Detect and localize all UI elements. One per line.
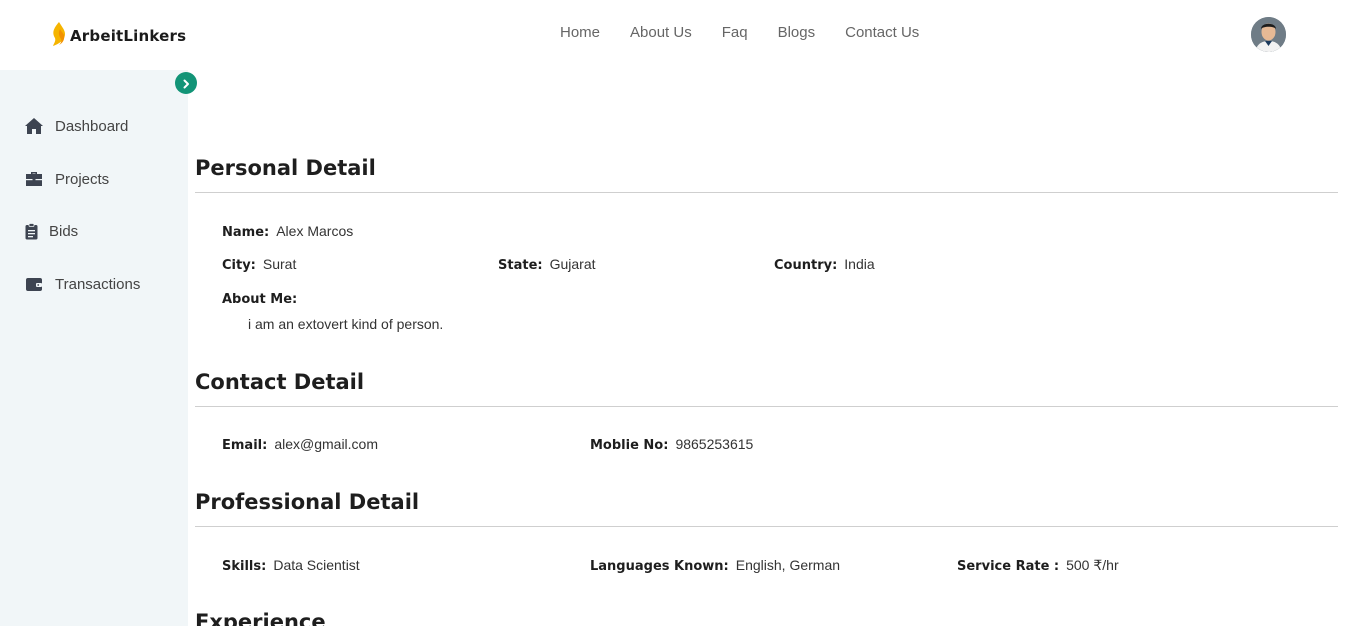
field-label: About Me: [222, 292, 298, 307]
field-label: City: [222, 258, 256, 273]
languages-field: Languages Known: English, German [590, 557, 840, 574]
name-value: Alex Marcos [276, 223, 354, 239]
professional-detail-heading: Professional Detail [195, 490, 420, 514]
sidebar-item-transactions[interactable]: Transactions [24, 274, 140, 294]
name-field: Name: Alex Marcos [222, 223, 353, 240]
mobile-value: 9865253615 [675, 436, 754, 452]
sidebar-item-label: Bids [49, 222, 79, 240]
state-value: Gujarat [549, 256, 596, 272]
flame-logo-icon [50, 21, 68, 51]
experience-heading: Experience [195, 610, 326, 626]
email-value: alex@gmail.com [274, 436, 378, 452]
service-rate-value: 500 ₹/hr [1066, 557, 1119, 573]
sidebar-toggle-button[interactable] [175, 72, 197, 94]
sidebar-item-label: Projects [55, 170, 110, 188]
section-divider [195, 406, 1338, 407]
field-label: Name: [222, 225, 270, 240]
field-label: Languages Known: [590, 559, 729, 574]
state-field: State: Gujarat [498, 256, 596, 273]
brand-logo[interactable]: ArbeitLinkers [50, 21, 186, 51]
brand-name: ArbeitLinkers [70, 27, 187, 45]
country-value: India [844, 256, 875, 272]
service-rate-field: Service Rate : 500 ₹/hr [957, 557, 1119, 574]
wallet-icon [24, 274, 44, 294]
personal-detail-heading: Personal Detail [195, 156, 376, 180]
email-field: Email: alex@gmail.com [222, 436, 378, 453]
field-label: Skills: [222, 559, 267, 574]
contact-detail-heading: Contact Detail [195, 370, 365, 394]
nav-blogs[interactable]: Blogs [778, 24, 816, 41]
nav-about-us[interactable]: About Us [630, 24, 692, 41]
home-icon [24, 116, 44, 136]
nav-contact-us[interactable]: Contact Us [845, 24, 919, 41]
sidebar-item-label: Dashboard [55, 117, 129, 135]
about-me-value: i am an extovert kind of person. [248, 316, 444, 332]
clipboard-icon [24, 221, 38, 241]
main-nav: Home About Us Faq Blogs Contact Us [545, 24, 934, 41]
chevron-right-icon [181, 74, 191, 93]
field-label: State: [498, 258, 543, 273]
briefcase-icon [24, 169, 44, 189]
skills-value: Data Scientist [273, 557, 360, 573]
avatar-image [1251, 17, 1286, 52]
nav-faq[interactable]: Faq [722, 24, 748, 41]
sidebar: Dashboard Projects Bids Transactions [0, 70, 188, 626]
nav-home[interactable]: Home [560, 24, 600, 41]
city-value: Surat [262, 256, 297, 272]
sidebar-item-projects[interactable]: Projects [24, 169, 109, 189]
user-avatar[interactable] [1251, 17, 1286, 52]
city-field: City: Surat [222, 256, 296, 273]
mobile-field: Moblie No: 9865253615 [590, 436, 753, 453]
profile-content: Personal Detail Name: Alex Marcos City: … [195, 70, 1338, 626]
languages-value: English, German [735, 557, 841, 573]
field-label: Service Rate : [957, 559, 1060, 574]
field-label: Email: [222, 438, 268, 453]
top-navbar: ArbeitLinkers Home About Us Faq Blogs Co… [0, 0, 1345, 70]
field-label: Moblie No: [590, 438, 669, 453]
sidebar-item-label: Transactions [55, 275, 141, 293]
section-divider [195, 526, 1338, 527]
sidebar-item-bids[interactable]: Bids [24, 221, 78, 241]
about-me-field: About Me: [222, 292, 304, 307]
section-divider [195, 192, 1338, 193]
field-label: Country: [774, 258, 838, 273]
sidebar-item-dashboard[interactable]: Dashboard [24, 116, 128, 136]
country-field: Country: India [774, 256, 875, 273]
skills-field: Skills: Data Scientist [222, 557, 360, 574]
